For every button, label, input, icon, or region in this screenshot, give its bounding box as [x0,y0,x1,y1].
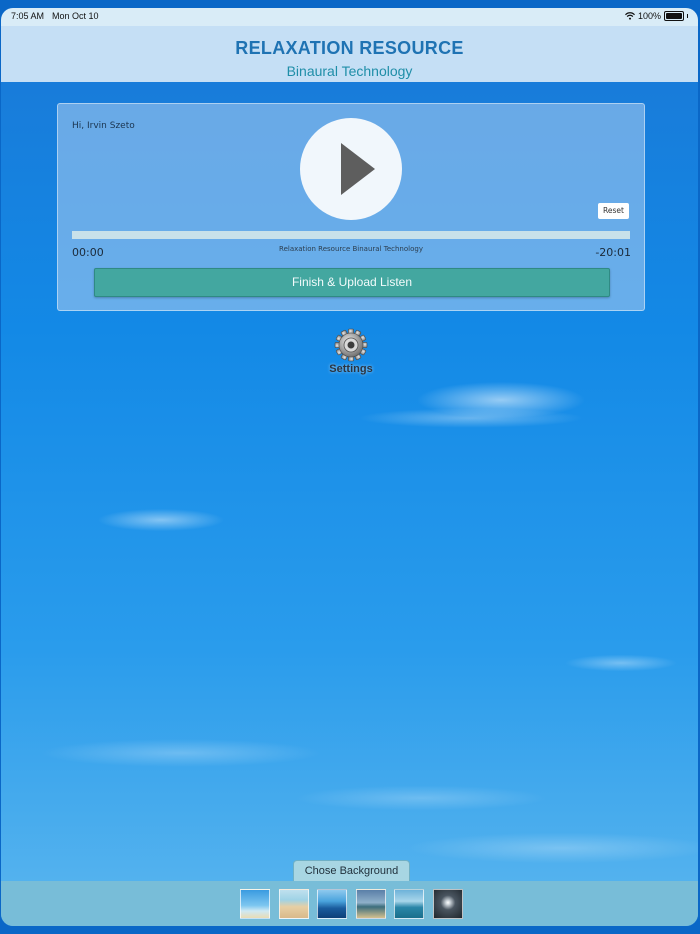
user-greeting: Hi, Irvin Szeto [72,121,135,131]
remaining-time: -20:01 [595,246,631,259]
play-button[interactable] [300,118,402,220]
background-thumb-moonlit-sky[interactable] [433,889,463,919]
background-thumb-ocean-horizon[interactable] [317,889,347,919]
settings-button[interactable]: Settings [323,328,379,380]
app-title: RELAXATION RESOURCE [235,38,464,58]
background-thumb-pier-sea[interactable] [394,889,424,919]
battery-tip [687,14,688,18]
background-thumb-sandy-beach[interactable] [279,889,309,919]
choose-background-tab[interactable]: Chose Background [293,860,410,882]
progress-bar[interactable] [72,231,630,239]
finish-upload-button[interactable]: Finish & Upload Listen [94,268,610,297]
app-subtitle: Binaural Technology [286,63,413,79]
gear-icon [334,328,368,362]
background-thumb-palm-beach[interactable] [356,889,386,919]
track-title: Relaxation Resource Binaural Technology [279,245,423,253]
battery-icon [664,11,684,21]
background-picker-bar [1,881,698,926]
battery-percent: 100% [637,11,661,21]
reset-button[interactable]: Reset [598,203,629,219]
wifi-icon [625,12,635,20]
status-date: Mon Oct 10 [52,11,99,21]
background-thumb-beach-sky[interactable] [240,889,270,919]
settings-label: Settings [329,363,373,375]
play-icon [341,143,375,195]
app-header: RELAXATION RESOURCE Binaural Technology [1,26,698,82]
audio-player-panel: Hi, Irvin Szeto Reset 00:00 Relaxation R… [57,103,645,311]
status-time: 7:05 AM [11,11,45,21]
status-bar: 7:05 AM Mon Oct 10 100% [1,8,698,26]
status-indicators: 100% [625,11,688,21]
app-screen: 7:05 AM Mon Oct 10 100% RELAXATION RESOU… [1,8,698,926]
